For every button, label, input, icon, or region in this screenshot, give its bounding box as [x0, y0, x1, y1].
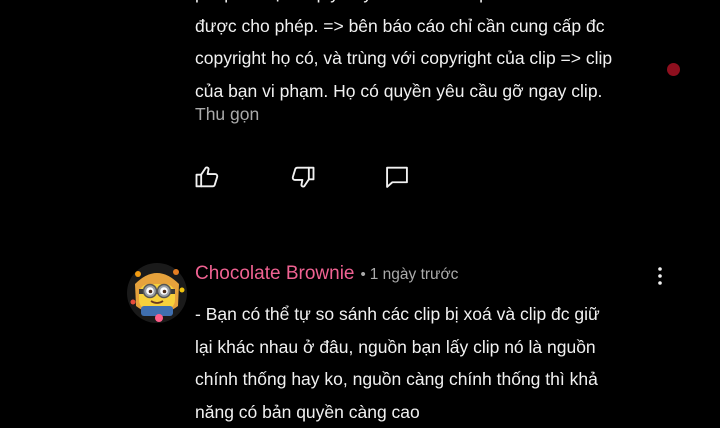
comment-line: của bạn vi phạm. Họ có quyền yêu cầu gỡ …	[195, 75, 665, 108]
more-vertical-icon[interactable]	[648, 264, 672, 290]
comment-header: Chocolate Brownie • 1 ngày trước	[195, 263, 458, 289]
comment-body: - Bạn có thể tự so sánh các clip bị xoá …	[195, 298, 665, 428]
comment-icon[interactable]	[383, 163, 411, 191]
comment-line: được cho phép. => bên báo cáo chỉ cần cu…	[195, 10, 665, 43]
minion-avatar-icon	[126, 262, 188, 324]
thumbs-down-icon[interactable]	[289, 163, 317, 191]
comment-line: năng có bản quyền càng cao	[195, 396, 665, 428]
comment-line: lại khác nhau ở đâu, nguồn bạn lấy clip …	[195, 331, 665, 364]
avatar[interactable]	[126, 262, 188, 324]
collapse-link[interactable]: Thu gọn	[195, 102, 259, 126]
comment-body: phép. ... họ có quyền yêu cầu xoá clip đ…	[195, 0, 665, 107]
comment-line: copyright họ có, và trùng với copyright …	[195, 42, 665, 75]
comment-line: - Bạn có thể tự so sánh các clip bị xoá …	[195, 298, 665, 331]
timestamp[interactable]: 1 ngày trước	[370, 266, 459, 284]
author-name[interactable]: Chocolate Brownie	[195, 263, 354, 285]
thumbs-up-icon[interactable]	[193, 163, 221, 191]
comment-line: phép. ... họ có quyền yêu cầu xoá clip	[195, 0, 665, 10]
separator-dot: •	[360, 266, 365, 283]
notification-dot	[667, 63, 680, 76]
comment-line: chính thống hay ko, nguồn càng chính thố…	[195, 363, 665, 396]
